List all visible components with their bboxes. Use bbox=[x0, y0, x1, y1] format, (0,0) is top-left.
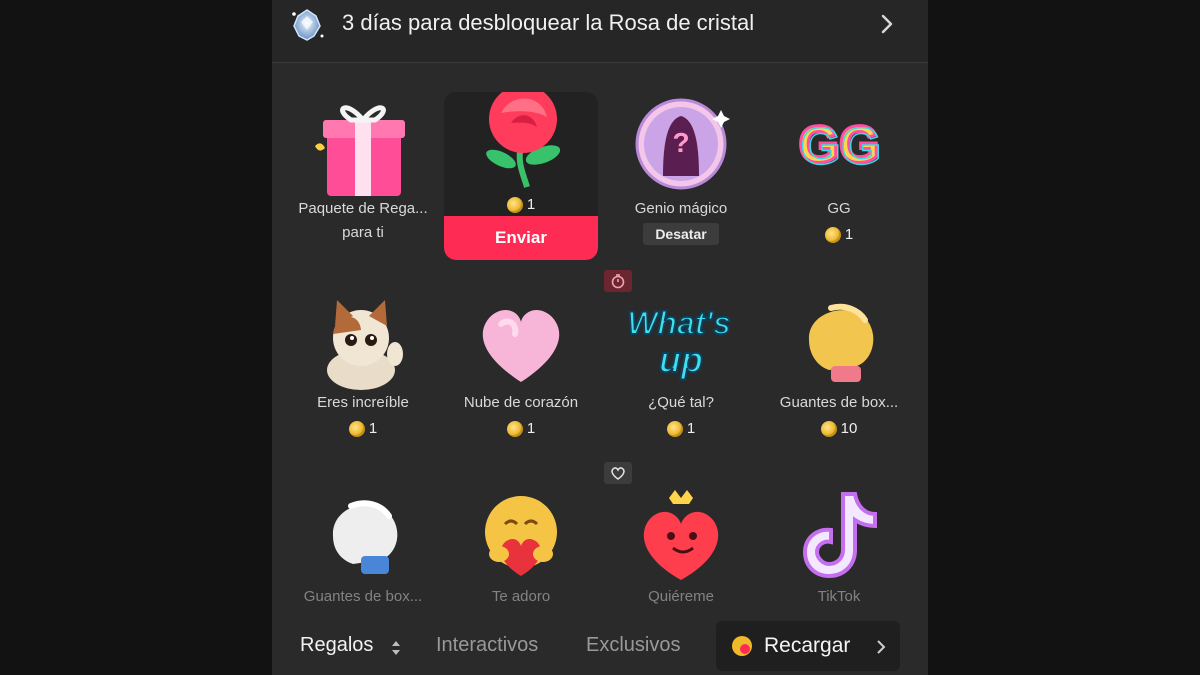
bottom-tab-bar: Regalos Interactivos Exclusivos Recargar bbox=[272, 616, 928, 675]
recharge-label: Recargar bbox=[764, 634, 851, 657]
coin-icon bbox=[666, 420, 683, 437]
tiktok-logo-icon bbox=[802, 492, 877, 579]
heart-badge bbox=[604, 462, 632, 484]
gift-name: Eres increíble bbox=[317, 394, 409, 411]
gift-price: 1 bbox=[762, 226, 916, 243]
tab-interactive[interactable]: Interactivos bbox=[436, 634, 538, 657]
gift-price: 1 bbox=[604, 420, 758, 437]
coin-icon bbox=[732, 636, 752, 656]
timer-icon bbox=[611, 274, 625, 289]
gift-item-boxing-gloves-gold[interactable]: Guantes de box... 10 bbox=[762, 290, 916, 476]
gift-name: Te adoro bbox=[491, 588, 551, 605]
gift-item-rose-selected[interactable]: 1 Enviar bbox=[444, 92, 598, 260]
gift-price: 1 bbox=[444, 420, 598, 437]
hug-heart-icon bbox=[485, 496, 557, 576]
svg-text:up: up bbox=[659, 339, 703, 380]
gift-item-whats-up[interactable]: What's up ¿Qué tal? 1 bbox=[604, 290, 758, 476]
cat-thumbs-up-icon bbox=[327, 300, 403, 390]
love-me-heart-icon bbox=[643, 490, 719, 580]
coin-icon bbox=[506, 420, 523, 437]
coin-icon bbox=[820, 420, 837, 437]
gift-item-you-are-amazing[interactable]: Eres increíble 1 bbox=[286, 290, 440, 476]
whats-up-icon: What's up bbox=[626, 304, 732, 381]
boxing-glove-gold-icon bbox=[808, 303, 874, 382]
gift-item-gg[interactable]: GG GG GG 1 bbox=[762, 96, 916, 282]
gift-name: Guantes de box... bbox=[303, 588, 423, 605]
gift-item-magic-genie[interactable]: ? Genio mágico Desatar bbox=[604, 96, 758, 282]
gift-price: 10 bbox=[762, 420, 916, 437]
chevron-right-icon bbox=[877, 640, 886, 654]
gift-name: Genio mágico bbox=[634, 200, 728, 217]
gift-name: Paquete de Rega... bbox=[298, 200, 428, 217]
gift-name: ¿Qué tal? bbox=[648, 394, 714, 411]
magic-genie-icon: ? bbox=[635, 98, 730, 190]
crystal-rose-icon bbox=[292, 9, 324, 41]
tab-exclusive[interactable]: Exclusivos bbox=[586, 634, 680, 657]
gift-price: 1 bbox=[286, 420, 440, 437]
send-button[interactable]: Enviar bbox=[444, 216, 598, 260]
unlock-banner[interactable]: 3 días para desbloquear la Rosa de crist… bbox=[272, 0, 928, 63]
sort-arrows-icon[interactable] bbox=[390, 638, 402, 658]
gift-name: GG bbox=[827, 200, 851, 217]
svg-text:?: ? bbox=[672, 127, 689, 158]
chevron-right-icon[interactable] bbox=[876, 10, 898, 38]
coin-icon bbox=[348, 420, 365, 437]
gift-name: Quiéreme bbox=[648, 588, 714, 605]
unleash-tag[interactable]: Desatar bbox=[643, 223, 719, 245]
boxing-glove-white-icon bbox=[332, 500, 398, 574]
gift-name: TikTok bbox=[817, 588, 861, 605]
unlock-banner-text: 3 días para desbloquear la Rosa de crist… bbox=[342, 10, 755, 35]
gift-price: 1 bbox=[444, 196, 598, 213]
heart-cloud-icon bbox=[482, 309, 560, 382]
recharge-button[interactable]: Recargar bbox=[716, 621, 900, 671]
gift-item-heart-cloud[interactable]: Nube de corazón 1 bbox=[444, 290, 598, 476]
svg-text:What's: What's bbox=[627, 305, 731, 341]
heart-badge-icon bbox=[611, 467, 625, 480]
gift-name-line2: para ti bbox=[342, 224, 384, 241]
tab-gifts[interactable]: Regalos bbox=[300, 634, 373, 657]
gift-panel: 3 días para desbloquear la Rosa de crist… bbox=[272, 0, 928, 675]
gift-box-icon bbox=[315, 105, 405, 196]
rose-icon bbox=[486, 92, 561, 188]
timer-badge bbox=[604, 270, 632, 292]
gift-name: Guantes de box... bbox=[779, 394, 899, 411]
gift-item-gift-package[interactable]: Paquete de Rega... para ti bbox=[286, 96, 440, 282]
gg-icon: GG GG bbox=[797, 115, 882, 177]
gift-name: Nube de corazón bbox=[463, 394, 579, 411]
svg-text:GG: GG bbox=[801, 118, 882, 176]
coin-icon bbox=[824, 226, 841, 243]
coin-icon bbox=[506, 196, 523, 213]
